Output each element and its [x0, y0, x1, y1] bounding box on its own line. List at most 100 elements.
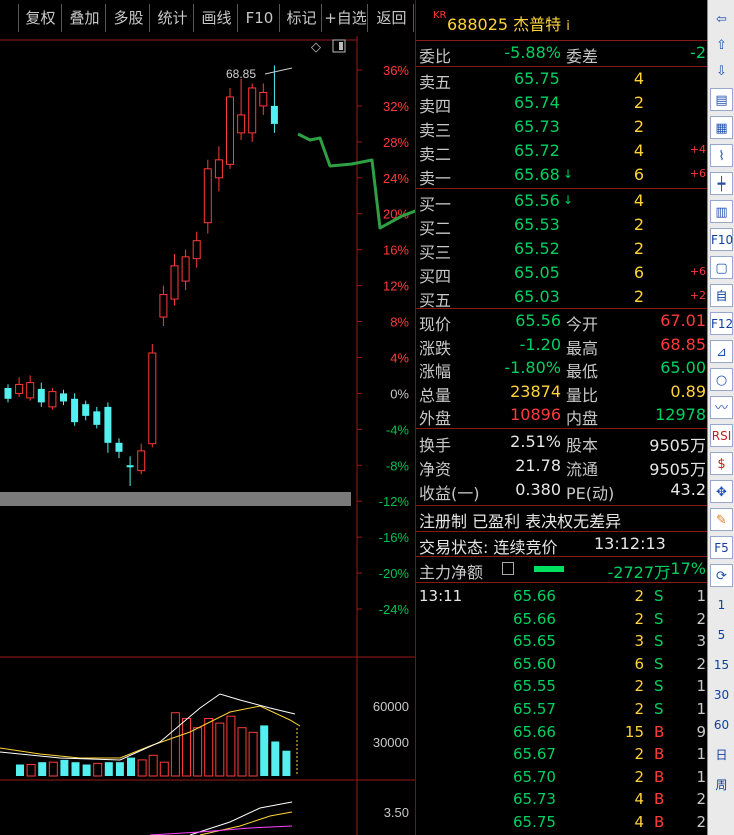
stats-label: 股本: [566, 436, 599, 455]
candle-body: [203, 168, 212, 224]
info-icon[interactable]: i: [566, 19, 570, 34]
news-icon[interactable]: ▢: [710, 256, 733, 279]
sidebar-item-F5[interactable]: F5: [710, 536, 733, 559]
asks-row[interactable]: 卖一 65.68 ↓ 6 +6: [416, 164, 708, 188]
pct-tick-label: 28%: [383, 135, 409, 150]
up-arrow-icon[interactable]: ⇧: [710, 34, 733, 57]
sidebar-item-30[interactable]: 30: [710, 684, 733, 707]
bids-row[interactable]: 买一 65.56 ↓ 4: [416, 190, 708, 214]
chart-toolbar: 复权 叠加 多股 统计 画线 F10 标记 +自选 返回: [0, 0, 415, 36]
pencil-icon[interactable]: ✎: [710, 508, 733, 531]
quote-value: -1.80%: [504, 358, 561, 377]
pct-tick-label: -12%: [379, 494, 410, 509]
stats-label: 换手: [419, 436, 452, 455]
pct-tick-label: 8%: [390, 315, 409, 330]
mark-button[interactable]: 标记: [282, 4, 322, 32]
circle-icon[interactable]: ○: [710, 368, 733, 391]
status-row: 交易状态: 连续竞价 13:12:13: [416, 533, 708, 557]
sidebar-item-60[interactable]: 60: [710, 714, 733, 737]
trade-price: 65.57: [513, 700, 556, 718]
trade-count: 3: [696, 632, 706, 651]
bids-row[interactable]: 买四 65.05 6 +6: [416, 262, 708, 286]
candle-body: [26, 382, 35, 399]
trade-side: B: [654, 813, 665, 831]
trade-price: 65.60: [513, 654, 556, 673]
quote-label: 最低: [566, 362, 599, 381]
sidebar-item-日[interactable]: 日: [710, 744, 733, 767]
multi-stock-button[interactable]: 多股: [108, 4, 150, 32]
trend-icon[interactable]: 〰: [710, 396, 733, 419]
volume-bar: [215, 722, 225, 777]
draw-line-button[interactable]: 画线: [196, 4, 238, 32]
asks-volume: 2: [633, 117, 644, 136]
move-icon[interactable]: ✥: [710, 480, 733, 503]
candle-body: [170, 265, 179, 300]
left-arrow-icon[interactable]: ⇦: [710, 8, 733, 31]
stats-button[interactable]: 统计: [152, 4, 194, 32]
asks-price: 65.72: [514, 141, 560, 160]
stats-label: 收益(一): [419, 484, 480, 503]
refresh-icon[interactable]: ⟳: [710, 564, 733, 587]
volume-bar: [148, 754, 158, 777]
add-watchlist-button[interactable]: +自选: [324, 4, 368, 32]
volume-bar: [115, 762, 124, 776]
trade-volume: 4: [634, 790, 644, 809]
bids-volume: 4: [633, 191, 644, 210]
sidebar-item-5[interactable]: 5: [710, 624, 733, 647]
candle-body: [226, 96, 234, 165]
asks-row[interactable]: 卖四 65.74 2: [416, 92, 708, 116]
dollar-icon[interactable]: $: [710, 452, 733, 475]
f10-button[interactable]: F10: [240, 4, 280, 32]
sidebar-item-15[interactable]: 15: [710, 654, 733, 677]
kline-chart[interactable]: 36% 32% 28% 24% 20% 16% 12% 8% 4% 0% -4% -8% -12% -16…: [0, 36, 415, 835]
grid-icon[interactable]: ▦: [710, 116, 733, 139]
bids-row[interactable]: 买三 65.52 2: [416, 238, 708, 262]
pct-tick-label: 16%: [383, 243, 409, 258]
sidebar-item-F10[interactable]: F10: [710, 228, 733, 251]
stats-value: 21.78: [515, 456, 561, 475]
trade-price: 65.73: [513, 790, 556, 809]
candle-body: [71, 398, 79, 423]
back-button[interactable]: 返回: [370, 4, 414, 32]
asks-price: 65.73: [514, 117, 560, 136]
bids-row[interactable]: 买五 65.03 2 +2: [416, 286, 708, 310]
quote-value: -1.20: [519, 334, 561, 354]
sidebar-item-周[interactable]: 周: [710, 774, 733, 797]
asks-row[interactable]: 卖三 65.73 2: [416, 116, 708, 140]
sidebar-item-自[interactable]: 自: [710, 284, 733, 307]
bids-row[interactable]: 买二 65.53 2: [416, 214, 708, 238]
sidebar-item-RSI[interactable]: RSI: [710, 424, 733, 447]
candle-body: [15, 383, 24, 394]
down-arrow-icon[interactable]: ⇩: [710, 60, 733, 83]
trade-volume: 4: [634, 813, 644, 831]
quote-value: 65.56: [515, 311, 561, 330]
asks-row[interactable]: 卖二 65.72 4 +4: [416, 140, 708, 164]
分析-icon[interactable]: ⊿: [710, 340, 733, 363]
candle-body: [82, 404, 90, 416]
asks-row[interactable]: 卖五 65.75 4: [416, 68, 708, 92]
bids-volume: 6: [633, 263, 644, 282]
toolbar-separator: [18, 4, 19, 32]
asks-change: +6: [689, 167, 706, 180]
candle-body: [104, 406, 112, 443]
trade-row: 65.70 2 B 1: [416, 767, 708, 790]
trade-count: 1: [696, 587, 706, 605]
trade-status: 交易状态: 连续竞价: [419, 538, 558, 557]
sidebar-item-1[interactable]: 1: [710, 594, 733, 617]
volume-bar: [248, 731, 258, 777]
table-icon[interactable]: ▥: [710, 200, 733, 223]
restore-rights-button[interactable]: 复权: [20, 4, 62, 32]
committee-row: 委比 -5.88% 委差 -2: [416, 42, 708, 66]
stock-list-icon[interactable]: ▤: [710, 88, 733, 111]
volume-bar: [159, 761, 169, 777]
sidebar-item-F12[interactable]: F12: [710, 312, 733, 335]
asks-level-label: 卖三: [419, 121, 452, 140]
main-force-bar: [534, 566, 564, 572]
volume-bar: [82, 764, 91, 776]
detail-icon[interactable]: [502, 562, 514, 575]
overlay-button[interactable]: 叠加: [64, 4, 106, 32]
stats-label: 净资: [419, 460, 452, 479]
line-chart-icon[interactable]: ⌇: [710, 144, 733, 167]
asks-level-label: 卖四: [419, 97, 452, 116]
candle-icon[interactable]: ┿: [710, 172, 733, 195]
